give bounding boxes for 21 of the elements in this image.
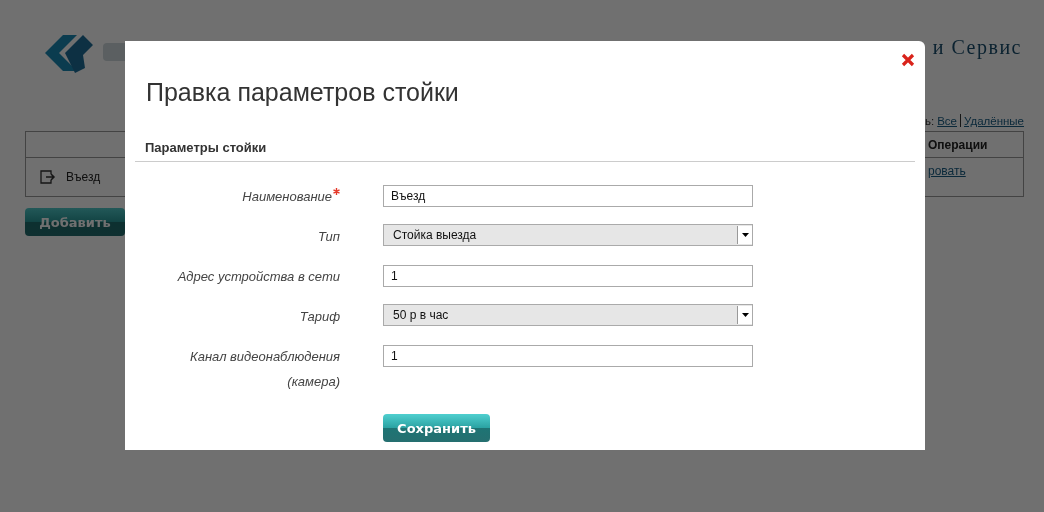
caret-icon xyxy=(741,313,749,317)
dialog-title: Правка параметров стойки xyxy=(146,78,459,108)
exit-icon xyxy=(40,170,58,184)
dropdown[interactable]: Стойка выезда xyxy=(383,224,753,246)
filter-label: ь: xyxy=(925,115,935,127)
dropdown[interactable]: 50 р в час xyxy=(383,304,753,326)
input-field[interactable]: 1 xyxy=(383,265,753,287)
save-button[interactable]: Сохранить xyxy=(383,414,490,442)
field-label: Наименование xyxy=(242,189,332,204)
input-field[interactable]: 1 xyxy=(383,345,753,367)
column-header: Операции xyxy=(928,137,989,152)
table-cell: Въезд xyxy=(66,170,101,184)
header-title: и Сервис xyxy=(932,36,1022,59)
field-label: Адрес устройства в сети xyxy=(177,269,340,284)
close-icon[interactable] xyxy=(901,53,915,67)
field-label: Тариф xyxy=(299,309,340,324)
input-field[interactable]: Въезд xyxy=(383,185,753,207)
field-label: Тип xyxy=(318,229,340,244)
field-label: Канал видеонаблюдения (камера) xyxy=(190,349,340,389)
section-title: Параметры стойки xyxy=(135,140,915,162)
caret-icon xyxy=(741,233,749,237)
